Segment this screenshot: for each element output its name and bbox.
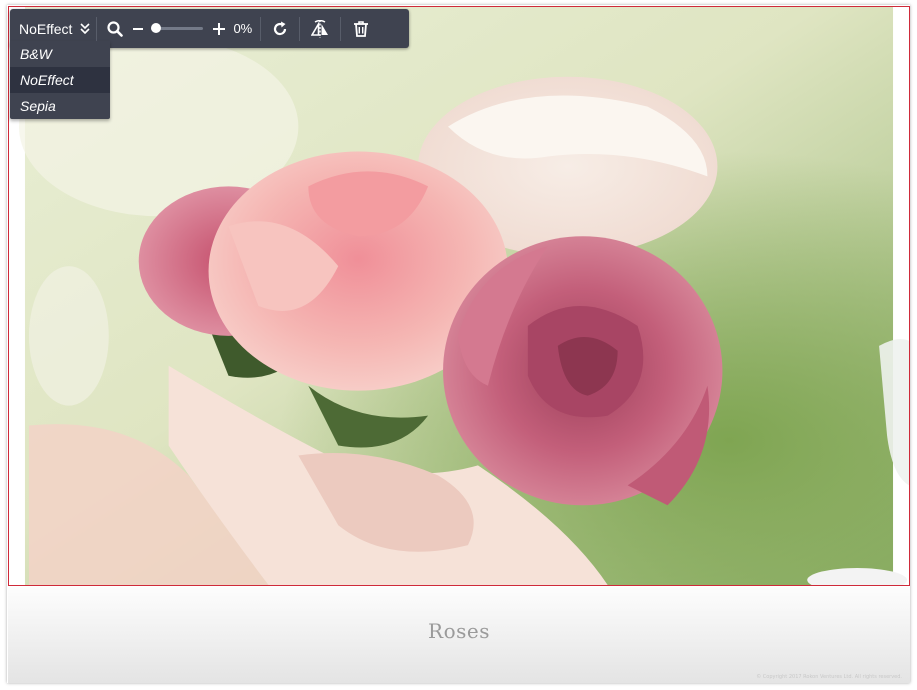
effect-select-value: NoEffect [19, 20, 73, 37]
copyright-text: © Copyright 2017 Rokon Ventures Ltd. All… [756, 674, 902, 680]
effect-dropdown-menu: B&W NoEffect Sepia [10, 41, 110, 119]
zoom-percentage: 0% [233, 21, 253, 36]
image-caption: Roses [428, 619, 490, 643]
delete-button[interactable] [341, 9, 381, 48]
plus-icon [213, 22, 226, 35]
flip-button[interactable] [300, 9, 340, 48]
double-chevron-down-icon [80, 23, 91, 34]
zoom-in-button[interactable] [213, 9, 226, 48]
caption-area: Roses © Copyright 2017 Rokon Ventures Lt… [8, 587, 910, 683]
flip-horizontal-icon [311, 19, 329, 38]
minus-icon [133, 27, 144, 30]
trash-icon [354, 20, 369, 37]
image-editor-canvas[interactable] [8, 6, 910, 586]
effect-option-noeffect[interactable]: NoEffect [10, 67, 110, 93]
effect-option-sepia[interactable]: Sepia [10, 93, 110, 119]
zoom-slider-handle[interactable] [151, 23, 162, 33]
zoom-control: 0% [97, 9, 260, 48]
rotate-icon [274, 21, 287, 35]
zoom-slider[interactable] [151, 23, 204, 33]
roses-photo [9, 7, 909, 585]
effect-option-bw[interactable]: B&W [10, 41, 110, 67]
zoom-out-button[interactable] [133, 9, 144, 48]
rotate-button[interactable] [261, 9, 299, 48]
